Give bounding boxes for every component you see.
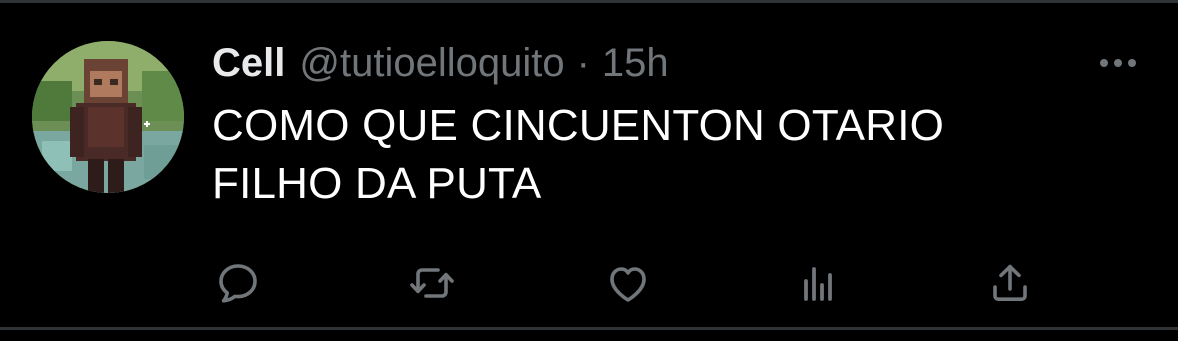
reply-button[interactable] [210,255,266,311]
tweet-text-line: COMO QUE CINCUENTON OTARIO [212,101,945,150]
share-icon [993,264,1027,301]
timestamp[interactable]: 15h [602,41,669,86]
analytics-icon [804,267,832,301]
more-options-button[interactable] [1096,51,1140,75]
like-button[interactable] [600,255,656,311]
avatar[interactable] [32,41,184,193]
user-handle[interactable]: @tutioelloquito [299,41,564,86]
tweet-header: Cell @tutioelloquito · 15h [212,41,669,87]
analytics-button[interactable] [790,255,846,311]
reply-icon [219,264,257,303]
display-name[interactable]: Cell [212,41,285,86]
retweet-icon [410,268,454,298]
tweet-text-line: FILHO DA PUTA [212,159,542,208]
header-separator: · [576,41,590,85]
tweet[interactable]: Cell @tutioelloquito · 15h COMO QUE CINC… [0,3,1178,327]
share-button[interactable] [982,255,1038,311]
more-icon [1100,59,1136,67]
like-icon [610,267,646,302]
tweet-text: COMO QUE CINCUENTON OTARIO FILHO DA PUTA [212,97,1112,213]
tweet-actions [0,255,1178,311]
bottom-divider [0,327,1178,330]
retweet-button[interactable] [404,255,460,311]
